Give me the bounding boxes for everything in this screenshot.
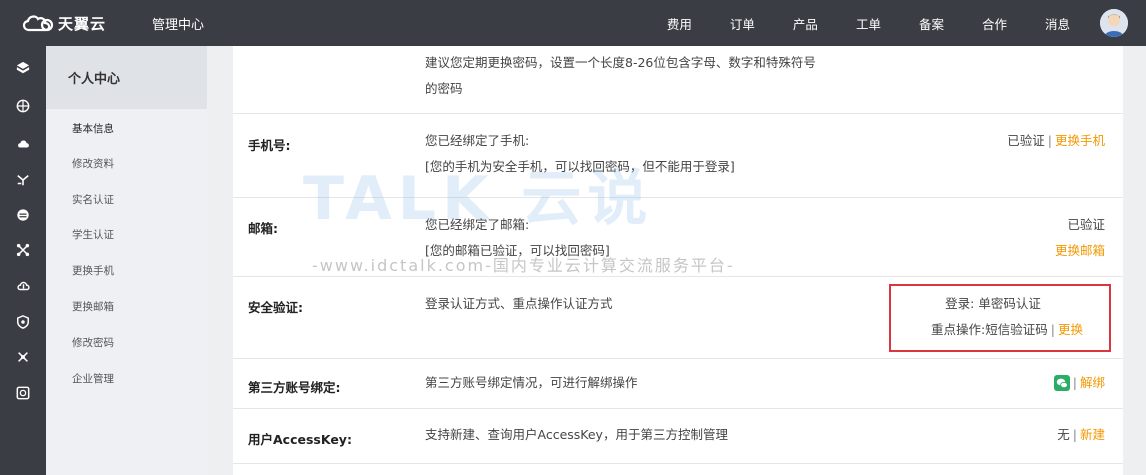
- menu-item-edit-profile[interactable]: 修改资料: [72, 156, 114, 171]
- separator: |: [1072, 375, 1077, 390]
- menu-item-change-email[interactable]: 更换邮箱: [72, 299, 114, 314]
- monitor-icon[interactable]: [15, 385, 31, 401]
- create-access-key-link[interactable]: 新建: [1080, 427, 1105, 442]
- cloud-icon[interactable]: [15, 136, 31, 152]
- access-key-desc: 支持新建、查询用户AccessKey，用于第三方控制管理: [425, 427, 728, 442]
- change-phone-link[interactable]: 更换手机: [1055, 133, 1105, 148]
- menu-item-enterprise[interactable]: 企业管理: [72, 371, 114, 386]
- network-icon[interactable]: [15, 172, 31, 188]
- change-email-link[interactable]: 更换邮箱: [1055, 238, 1105, 264]
- phone-desc: 您已经绑定了手机: [您的手机为安全手机，可以找回密码，但不能用于登录]: [425, 128, 735, 180]
- phone-verified: 已验证: [1007, 133, 1045, 148]
- wechat-icon: [1053, 375, 1070, 391]
- third-party-label: 第三方账号绑定:: [248, 380, 341, 395]
- link-icon[interactable]: [15, 242, 31, 258]
- menu-item-change-password[interactable]: 修改密码: [72, 335, 114, 350]
- menu-item-real-name[interactable]: 实名认证: [72, 192, 114, 207]
- cloud-logo-icon: [22, 15, 54, 32]
- email-verified: 已验证: [1067, 217, 1105, 232]
- user-avatar-icon: [1100, 9, 1128, 37]
- brand[interactable]: 天翼云: [20, 13, 106, 34]
- console-title[interactable]: 管理中心: [152, 14, 204, 33]
- menu-item-basic-info[interactable]: 基本信息: [72, 121, 114, 136]
- separator: |: [1072, 427, 1077, 442]
- nav-billing[interactable]: 费用: [667, 14, 692, 33]
- access-key-none: 无: [1057, 427, 1070, 442]
- security-status: 登录: 单密码认证 重点操作:短信验证码 | 更换: [903, 291, 1083, 343]
- password-row: 建议您定期更换密码，设置一个长度8-26位包含字母、数字和特殊符号 的密码: [233, 46, 1123, 114]
- unbind-link[interactable]: 解绑: [1080, 370, 1105, 396]
- third-party-status: | 解绑: [1053, 370, 1105, 396]
- nav-messages[interactable]: 消息: [1045, 14, 1070, 33]
- separator: |: [1047, 133, 1052, 148]
- nav-products[interactable]: 产品: [793, 14, 818, 33]
- security-desc: 登录认证方式、重点操作认证方式: [425, 296, 613, 311]
- phone-desc-line2: [您的手机为安全手机，可以找回密码，但不能用于登录]: [425, 159, 735, 174]
- phone-status: 已验证 | 更换手机: [1007, 128, 1105, 154]
- security-label: 安全验证:: [248, 300, 303, 315]
- access-key-row: 用户AccessKey: 支持新建、查询用户AccessKey，用于第三方控制管…: [233, 409, 1123, 464]
- shield-icon[interactable]: [15, 314, 31, 330]
- content-area: 建议您定期更换密码，设置一个长度8-26位包含字母、数字和特殊符号 的密码 手机…: [207, 46, 1146, 475]
- phone-label: 手机号:: [248, 138, 291, 153]
- email-desc-line1: 您已经绑定了邮箱:: [425, 217, 530, 232]
- password-hint-line1: 建议您定期更换密码，设置一个长度8-26位包含字母、数字和特殊符号: [425, 55, 816, 70]
- icon-sidebar: [0, 46, 46, 475]
- login-auth-method: 登录: 单密码认证: [945, 296, 1041, 311]
- access-key-status: 无 | 新建: [1057, 422, 1105, 448]
- database-icon[interactable]: [15, 207, 31, 223]
- email-desc: 您已经绑定了邮箱: [您的邮箱已验证，可以找回密码]: [425, 212, 610, 264]
- password-hint-line2: 的密码: [425, 81, 463, 96]
- nav-partners[interactable]: 合作: [982, 14, 1007, 33]
- email-status: 已验证 更换邮箱: [1055, 212, 1105, 264]
- third-party-row: 第三方账号绑定: 第三方账号绑定情况，可进行解绑操作 | 解绑: [233, 359, 1123, 409]
- separator: |: [1050, 322, 1055, 337]
- email-desc-line2: [您的邮箱已验证，可以找回密码]: [425, 243, 610, 258]
- cloud-storage-icon[interactable]: [15, 278, 31, 294]
- nav-orders[interactable]: 订单: [730, 14, 755, 33]
- third-party-desc: 第三方账号绑定情况，可进行解绑操作: [425, 375, 638, 390]
- personal-center-menu: 个人中心 基本信息 修改资料 实名认证 学生认证 更换手机 更换邮箱 修改密码 …: [46, 46, 207, 475]
- email-label: 邮箱:: [248, 221, 278, 236]
- menu-item-student-auth[interactable]: 学生认证: [72, 227, 114, 242]
- cube-icon[interactable]: [15, 60, 31, 76]
- account-info-panel: 建议您定期更换密码，设置一个长度8-26位包含字母、数字和特殊符号 的密码 手机…: [233, 46, 1123, 475]
- menu-item-change-phone[interactable]: 更换手机: [72, 263, 114, 278]
- phone-desc-line1: 您已经绑定了手机:: [425, 133, 530, 148]
- tools-icon[interactable]: [15, 349, 31, 365]
- password-hint: 建议您定期更换密码，设置一个长度8-26位包含字母、数字和特殊符号 的密码: [425, 50, 816, 102]
- avatar[interactable]: [1100, 9, 1128, 37]
- brand-name: 天翼云: [58, 14, 107, 33]
- email-row: 邮箱: 您已经绑定了邮箱: [您的邮箱已验证，可以找回密码] 已验证 更换邮箱: [233, 198, 1123, 277]
- key-op-auth-method: 重点操作:短信验证码: [931, 322, 1048, 337]
- nav-tickets[interactable]: 工单: [856, 14, 881, 33]
- top-navigation-bar: 天翼云 管理中心 费用 订单 产品 工单 备案 合作 消息: [0, 0, 1146, 46]
- phone-row: 手机号: 您已经绑定了手机: [您的手机为安全手机，可以找回密码，但不能用于登录…: [233, 114, 1123, 198]
- menu-title: 个人中心: [46, 46, 207, 109]
- change-auth-link[interactable]: 更换: [1058, 322, 1083, 337]
- access-key-label: 用户AccessKey:: [248, 432, 352, 447]
- nav-filing[interactable]: 备案: [919, 14, 944, 33]
- top-nav: 费用 订单 产品 工单 备案 合作 消息: [667, 0, 1070, 46]
- globe-icon[interactable]: [15, 98, 31, 114]
